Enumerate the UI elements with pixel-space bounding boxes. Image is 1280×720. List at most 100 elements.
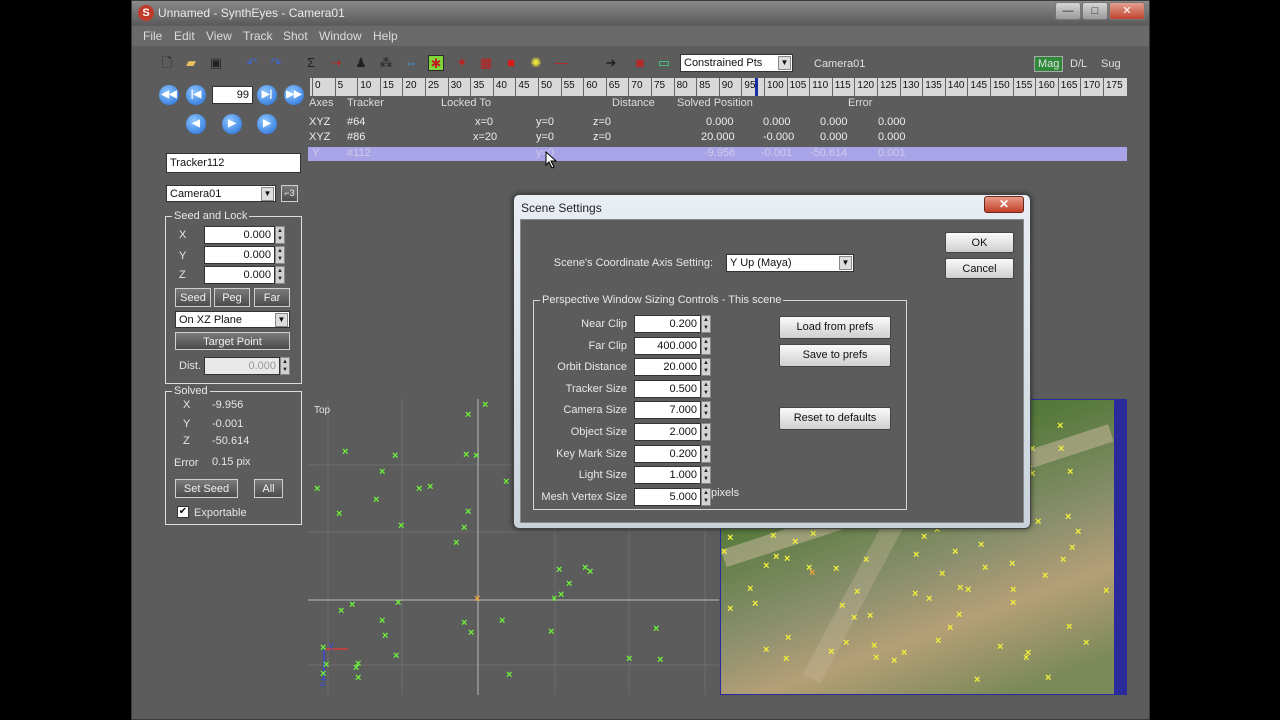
tracker-marker-icon[interactable]: × <box>763 561 769 572</box>
save-icon[interactable]: ▣ <box>208 55 224 71</box>
dist-field[interactable]: 0.000 <box>204 357 280 375</box>
tracker-marker-icon[interactable]: × <box>947 623 953 634</box>
tracker-marker-icon[interactable]: × <box>974 675 980 686</box>
tracker-marker-icon[interactable]: × <box>901 648 907 659</box>
next-key-button[interactable]: ▶ <box>257 114 277 134</box>
table-row[interactable]: XYZ #64 x=0 y=0 z=0 0.000 0.000 0.000 0.… <box>308 116 1127 130</box>
tracker-marker-icon[interactable]: × <box>1057 421 1063 432</box>
tracker-marker-icon[interactable]: × <box>747 584 753 595</box>
tracker-marker-icon[interactable]: × <box>721 547 727 558</box>
tracker-marker-icon[interactable]: × <box>843 638 849 649</box>
person-icon[interactable]: ♟ <box>353 55 369 71</box>
field-spinner[interactable]: ▲ ▼ <box>701 401 711 420</box>
tracker-marker-icon[interactable]: × <box>833 564 839 575</box>
field-spinner[interactable]: ▲ ▼ <box>701 358 711 377</box>
tracker-marker-icon[interactable]: × <box>752 599 758 610</box>
tracker-marker-icon[interactable]: × <box>355 673 361 684</box>
tracker-marker-icon[interactable]: × <box>773 552 779 563</box>
menu-help[interactable]: Help <box>373 29 398 43</box>
tracker-marker-icon[interactable]: × <box>763 645 769 656</box>
tracker-marker-icon[interactable]: × <box>1010 598 1016 609</box>
tracker-marker-icon[interactable]: × <box>548 627 554 638</box>
tracker-marker-icon[interactable]: × <box>1035 517 1041 528</box>
tracker-marker-icon[interactable]: × <box>957 583 963 594</box>
tracker-marker-icon[interactable]: × <box>453 538 459 549</box>
table-row-selected[interactable]: Y #112 y=0 -9.956 -0.001 -50.614 0.001 <box>308 147 1127 161</box>
link-tool-icon[interactable]: ⇢ <box>328 55 344 71</box>
tracker-marker-icon[interactable]: × <box>342 447 348 458</box>
exportable-checkbox[interactable]: ✔ <box>177 506 189 518</box>
tracker-marker-icon[interactable]: × <box>395 598 401 609</box>
seed-x-field[interactable]: 0.000 <box>204 226 275 244</box>
tracker-marker-icon[interactable]: × <box>1025 648 1031 659</box>
step-forward-button[interactable]: ▶| <box>257 85 277 105</box>
minimize-button[interactable]: — <box>1055 2 1081 20</box>
tracker-marker-icon[interactable]: × <box>1069 543 1075 554</box>
light-icon[interactable]: ✺ <box>528 55 544 71</box>
tracker-marker-icon[interactable]: × <box>1058 444 1064 455</box>
grid-tool-icon[interactable]: ▦ <box>478 55 494 71</box>
tracker-marker-icon[interactable]: × <box>1042 571 1048 582</box>
tracker-marker-icon[interactable]: × <box>891 656 897 667</box>
coord-axis-select[interactable]: Y Up (Maya) ▼ <box>726 254 854 272</box>
tracker-marker-icon[interactable]: × <box>1103 586 1109 597</box>
peg-button[interactable]: Peg <box>214 288 250 307</box>
camera-options-button[interactable]: ⌐3 <box>281 185 298 202</box>
screen-icon[interactable]: ▭ <box>656 55 672 71</box>
mag-toggle[interactable]: Mag <box>1034 56 1064 72</box>
tracker-marker-icon[interactable]: × <box>461 523 467 534</box>
tracker-marker-icon[interactable]: × <box>863 555 869 566</box>
field-input[interactable]: 7.000 <box>634 401 701 420</box>
mode-select[interactable]: Constrained Pts ▼ <box>680 54 793 72</box>
play-button[interactable]: ▶ <box>222 114 242 134</box>
camera-select[interactable]: Camera01 ▼ <box>166 185 276 202</box>
field-spinner[interactable]: ▲ ▼ <box>701 336 711 355</box>
tracker-marker-icon[interactable]: × <box>935 636 941 647</box>
tracker-marker-icon[interactable]: × <box>997 642 1003 653</box>
dist-spinner[interactable]: ▲ ▼ <box>280 357 290 375</box>
menu-shot[interactable]: Shot <box>283 29 308 43</box>
tracker-marker-icon[interactable]: × <box>503 477 509 488</box>
field-spinner[interactable]: ▲ ▼ <box>701 423 711 441</box>
forward-end-button[interactable]: ▶▶ <box>284 85 304 105</box>
sigma-icon[interactable]: Σ <box>303 55 319 71</box>
tracker-marker-icon[interactable]: × <box>463 450 469 461</box>
tracker-marker-icon[interactable]: × <box>871 641 877 652</box>
seed-button[interactable]: Seed <box>175 288 211 307</box>
play-reverse-button[interactable]: ◀ <box>186 114 206 134</box>
tracker-marker-icon[interactable]: × <box>851 613 857 624</box>
new-file-icon[interactable]: 🗋 <box>159 55 175 71</box>
tracker-marker-icon[interactable]: × <box>482 400 488 411</box>
timeline-ruler[interactable]: 0 5 10 15 20 25 30 35 40 45 50 55 60 65 70 75 80 85 90 95 10… <box>310 78 1127 96</box>
tracker-marker-icon[interactable]: × <box>956 610 962 621</box>
frame-number-field[interactable]: 99 <box>212 86 253 104</box>
plane-tool-icon[interactable]: ⇔ <box>403 55 419 71</box>
tracker-marker-icon[interactable]: × <box>392 451 398 462</box>
all-button[interactable]: All <box>254 479 283 498</box>
tracker-marker-icon[interactable]: × <box>427 482 433 493</box>
field-spinner[interactable]: ▲ ▼ <box>701 487 711 506</box>
cancel-button[interactable]: Cancel <box>945 258 1014 279</box>
tracker-marker-icon[interactable]: × <box>912 589 918 600</box>
maximize-button[interactable]: □ <box>1082 2 1108 20</box>
tracker-marker-icon[interactable]: × <box>1010 585 1016 596</box>
line-tool-icon[interactable]: — <box>553 55 569 71</box>
tracker-marker-icon[interactable]: × <box>657 655 663 666</box>
tracker-marker-icon[interactable]: × <box>1066 622 1072 633</box>
tracker-marker-icon[interactable]: × <box>373 495 379 506</box>
tracker-marker-icon[interactable]: × <box>921 532 927 543</box>
field-input[interactable]: 400.000 <box>634 336 701 355</box>
tracker-marker-icon[interactable]: × <box>556 565 562 576</box>
tracker-marker-icon[interactable]: × <box>626 654 632 665</box>
tracker-marker-icon[interactable]: × <box>978 540 984 551</box>
field-spinner[interactable]: ▲ ▼ <box>701 315 711 333</box>
tracker-marker-icon[interactable]: × <box>382 631 388 642</box>
tracker-marker-icon[interactable]: × <box>393 651 399 662</box>
menu-edit[interactable]: Edit <box>174 29 195 43</box>
tracker-marker-icon[interactable]: × <box>939 569 945 580</box>
arrow-right-icon[interactable]: ➜ <box>603 55 619 71</box>
tracker-marker-icon[interactable]: × <box>320 643 326 654</box>
save-prefs-button[interactable]: Save to prefs <box>779 344 891 367</box>
tracker-marker-icon[interactable]: × <box>338 606 344 617</box>
open-folder-icon[interactable]: ▰ <box>183 55 199 71</box>
